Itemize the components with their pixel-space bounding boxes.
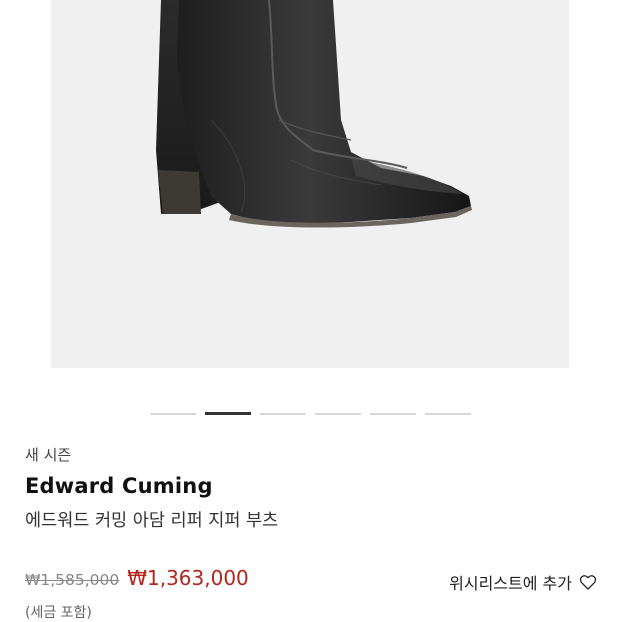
carousel-dot[interactable] <box>150 413 196 415</box>
product-name: 에드워드 커밍 아담 리퍼 지퍼 부츠 <box>25 511 279 531</box>
tax-note: (세금 포함) <box>25 605 92 621</box>
carousel-dot[interactable] <box>370 413 416 415</box>
carousel-dot-active[interactable] <box>205 412 251 415</box>
carousel-dot[interactable] <box>260 413 306 415</box>
season-label: 새 시즌 <box>25 446 72 464</box>
brand-name[interactable]: Edward Cuming <box>25 474 213 498</box>
wishlist-label: 위시리스트에 추가 <box>449 574 572 593</box>
carousel-indicator <box>150 412 471 417</box>
heart-outline-icon <box>578 572 598 592</box>
boot-illustration <box>156 0 472 228</box>
sale-price: ₩1,363,000 <box>127 566 249 590</box>
price-row: ₩1,585,000 ₩1,363,000 <box>25 566 249 590</box>
add-to-wishlist-button[interactable]: 위시리스트에 추가 <box>449 570 598 594</box>
original-price: ₩1,585,000 <box>25 571 120 589</box>
product-image[interactable] <box>51 0 569 368</box>
carousel-dot[interactable] <box>315 413 361 415</box>
carousel-dot[interactable] <box>425 413 471 415</box>
